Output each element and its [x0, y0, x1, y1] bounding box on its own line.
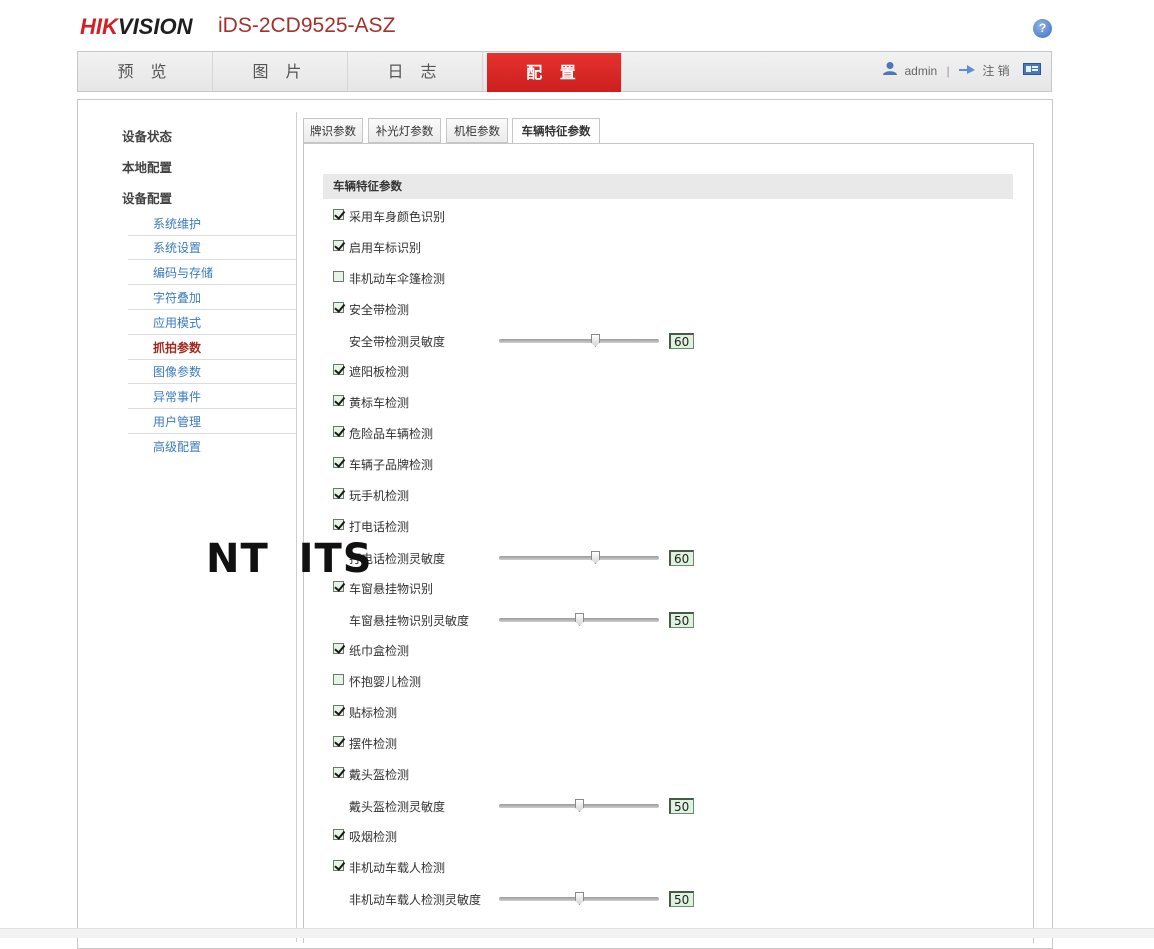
device-model: iDS-2CD9525-ASZ	[218, 14, 396, 37]
nav-tab-preview[interactable]: 预 览	[78, 52, 213, 91]
option-label[interactable]: 安全带检测	[349, 301, 409, 318]
sidebar-item-label: 用户管理	[153, 415, 202, 429]
option-label[interactable]: 车窗悬挂物识别	[349, 580, 433, 597]
option-label[interactable]: 摆件检测	[349, 735, 397, 752]
sidebar-item-label: 系统设置	[153, 241, 202, 255]
main-nav: 预 览 图 片 日 志 配 置 admin | 注 销	[77, 51, 1052, 92]
option-checkbox[interactable]	[333, 705, 344, 716]
sensitivity-value-field[interactable]: 50	[669, 612, 694, 628]
option-checkbox[interactable]	[333, 581, 344, 592]
sidebar-heading-local-config[interactable]: 本地配置	[122, 157, 172, 176]
option-checkbox[interactable]	[333, 767, 344, 778]
sidebar-item-system-maintenance[interactable]: 系统维护	[128, 212, 296, 236]
option-checkbox[interactable]	[333, 674, 344, 685]
tab-fill-light[interactable]: 补光灯参数	[368, 118, 441, 143]
logo-vision: VISION	[117, 14, 193, 39]
tab-cabinet[interactable]: 机柜参数	[446, 118, 508, 143]
option-label[interactable]: 遮阳板检测	[349, 363, 409, 380]
option-checkbox[interactable]	[333, 364, 344, 375]
option-checkbox[interactable]	[333, 488, 344, 499]
section-title: 车辆特征参数	[323, 174, 1013, 199]
option-label[interactable]: 玩手机检测	[349, 487, 409, 504]
sensitivity-value-field[interactable]: 60	[669, 333, 694, 349]
user-area: admin | 注 销	[882, 52, 1041, 91]
option-checkbox[interactable]	[333, 240, 344, 251]
option-label[interactable]: 采用车身颜色识别	[349, 208, 445, 225]
option-label[interactable]: 非机动车伞篷检测	[349, 270, 445, 287]
option-label[interactable]: 启用车标识别	[349, 239, 421, 256]
option-label[interactable]: 吸烟检测	[349, 828, 397, 845]
sidebar-item-label: 抓拍参数	[153, 341, 202, 355]
option-checkbox[interactable]	[333, 457, 344, 468]
option-checkbox[interactable]	[333, 395, 344, 406]
option-label[interactable]: 黄标车检测	[349, 394, 409, 411]
sidebar-item-label: 系统维护	[153, 217, 202, 231]
option-checkbox[interactable]	[333, 736, 344, 747]
option-checkbox[interactable]	[333, 860, 344, 871]
sensitivity-value-field[interactable]: 60	[669, 550, 694, 566]
sensitivity-slider[interactable]	[499, 892, 659, 905]
tab-plate-recognition[interactable]: 牌识参数	[303, 118, 363, 143]
tab-vehicle-features[interactable]: 车辆特征参数	[512, 118, 600, 144]
sidebar-item-exceptions[interactable]: 异常事件	[128, 385, 296, 409]
hikvision-logo: HIKVISION	[80, 14, 192, 40]
option-label[interactable]: 非机动车载人检测	[349, 859, 445, 876]
option-label[interactable]: 打电话检测	[349, 518, 409, 535]
option-label[interactable]: 纸巾盒检测	[349, 642, 409, 659]
sidebar-heading-device-status[interactable]: 设备状态	[122, 126, 172, 145]
sensitivity-slider[interactable]	[499, 799, 659, 812]
logout-icon[interactable]	[958, 52, 976, 91]
user-icon	[882, 52, 898, 91]
sidebar-item-image-params[interactable]: 图像参数	[128, 360, 296, 384]
option-label[interactable]: 戴头盔检测	[349, 766, 409, 783]
sidebar-item-label: 异常事件	[153, 390, 202, 404]
logout-link[interactable]: 注 销	[982, 64, 1009, 78]
option-label[interactable]: 车辆子品牌检测	[349, 456, 433, 473]
option-checkbox[interactable]	[333, 209, 344, 220]
sidebar-heading-device-config[interactable]: 设备配置	[122, 188, 172, 207]
sensitivity-label: 戴头盔检测灵敏度	[349, 800, 446, 814]
sidebar-item-system-settings[interactable]: 系统设置	[128, 236, 296, 260]
option-checkbox[interactable]	[333, 426, 344, 437]
sidebar-item-capture-params[interactable]: 抓拍参数	[128, 336, 296, 360]
watermark-text: NT ITS	[206, 536, 373, 582]
sidebar-item-user-management[interactable]: 用户管理	[128, 410, 296, 434]
sensitivity-label: 非机动车载人检测灵敏度	[349, 893, 482, 907]
nav-tab-log[interactable]: 日 志	[348, 52, 483, 91]
window-icon[interactable]	[1023, 52, 1041, 91]
option-checkbox[interactable]	[333, 271, 344, 282]
sensitivity-slider[interactable]	[499, 551, 659, 564]
nav-tab-config[interactable]: 配 置	[487, 53, 622, 92]
sidebar-item-label: 字符叠加	[153, 291, 202, 305]
nav-tab-picture[interactable]: 图 片	[213, 52, 348, 91]
sensitivity-value-field[interactable]: 50	[669, 891, 694, 907]
username[interactable]: admin	[904, 64, 937, 78]
option-label[interactable]: 贴标检测	[349, 704, 397, 721]
option-checkbox[interactable]	[333, 643, 344, 654]
sensitivity-slider[interactable]	[499, 613, 659, 626]
user-separator: |	[946, 64, 950, 78]
sidebar-item-label: 图像参数	[153, 365, 202, 379]
sensitivity-value-field[interactable]: 50	[669, 798, 694, 814]
option-checkbox[interactable]	[333, 302, 344, 313]
help-icon[interactable]: ?	[1033, 19, 1052, 38]
sensitivity-slider[interactable]	[499, 334, 659, 347]
option-checkbox[interactable]	[333, 519, 344, 530]
sidebar-divider	[296, 112, 297, 942]
logo-hik: HIK	[80, 14, 118, 39]
sidebar-item-label: 编码与存储	[153, 266, 214, 280]
sidebar-item-label: 高级配置	[153, 440, 202, 454]
sidebar-item-encoding-storage[interactable]: 编码与存储	[128, 261, 296, 285]
sidebar-item-advanced[interactable]: 高级配置	[128, 435, 296, 459]
option-checkbox[interactable]	[333, 829, 344, 840]
sensitivity-label: 车窗悬挂物识别灵敏度	[349, 614, 470, 628]
option-label[interactable]: 怀抱婴儿检测	[349, 673, 421, 690]
sidebar-item-app-mode[interactable]: 应用模式	[128, 311, 296, 335]
sidebar-item-osd[interactable]: 字符叠加	[128, 286, 296, 310]
option-label[interactable]: 危险品车辆检测	[349, 425, 433, 442]
sidebar-item-label: 应用模式	[153, 316, 202, 330]
sensitivity-label: 安全带检测灵敏度	[349, 335, 446, 349]
tab-content	[303, 143, 1034, 943]
